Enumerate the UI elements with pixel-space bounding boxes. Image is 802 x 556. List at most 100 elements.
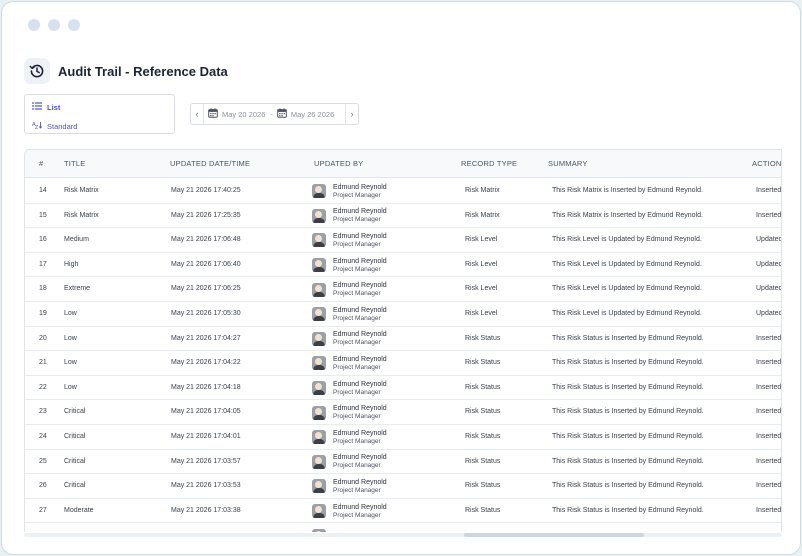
- scrollbar-thumb[interactable]: [464, 533, 644, 537]
- avatar: [312, 282, 326, 297]
- cell-record-type: Risk Matrix: [465, 211, 500, 219]
- cell-summary: This Risk Matrix is Inserted by Edmund R…: [552, 187, 703, 194]
- user-role: Project Manager: [333, 240, 381, 248]
- cell-updated-by: Edmund Reynold Project Manager: [312, 474, 387, 499]
- column-header-title[interactable]: TITLE: [64, 150, 85, 178]
- cell-action: Inserted: [756, 383, 782, 391]
- column-header-record-type[interactable]: RECORD TYPE: [461, 150, 517, 178]
- avatar: [312, 381, 326, 396]
- cell-action: Inserted: [756, 334, 782, 342]
- user-name: Edmund Reynold: [333, 257, 387, 265]
- cell-updated-date: May 21 2026 17:25:35: [171, 211, 241, 219]
- cell-updated-by: Edmund Reynold Project Manager: [312, 253, 387, 278]
- cell-summary: This Risk Level is Updated by Edmund Rey…: [552, 310, 702, 317]
- column-header-number[interactable]: #: [39, 150, 43, 178]
- window-dot-maximize[interactable]: [68, 19, 80, 31]
- avatar: [312, 430, 326, 445]
- user-role: Project Manager: [333, 339, 381, 347]
- user-name: Edmund Reynold: [333, 429, 387, 437]
- view-option-list[interactable]: List: [32, 102, 60, 112]
- cell-updated-by: Edmund Reynold Project Manager: [312, 351, 387, 376]
- table-header: # TITLE UPDATED DATE/TIME UPDATED BY REC…: [25, 150, 781, 178]
- cell-number: 18: [39, 285, 47, 293]
- table-row[interactable]: 27 Moderate May 21 2026 17:03:38 Risk Statu…: [25, 499, 781, 524]
- table-row[interactable]: 19 Low May 21 2026 17:05:30 Risk Level This …: [25, 302, 781, 327]
- cell-action: Inserted: [756, 506, 782, 514]
- cell-action: Inserted: [756, 187, 782, 194]
- table-row[interactable]: 20 Low May 21 2026 17:04:27 Risk Status This…: [25, 327, 781, 352]
- cell-title: Critical: [64, 408, 86, 416]
- table-row[interactable]: 14 Risk Matrix May 21 2026 17:40:25 Risk Ma…: [25, 179, 781, 204]
- cell-summary: This Risk Level is Updated by Edmund Rey…: [552, 285, 702, 293]
- table-row[interactable]: 17 High May 21 2026 17:06:40 Risk Level This…: [25, 253, 781, 278]
- table-row[interactable]: 18 Extreme May 21 2026 17:06:25 Risk Level T…: [25, 277, 781, 302]
- cell-title: Risk Matrix: [64, 211, 99, 219]
- cell-action: Updated: [756, 310, 782, 317]
- window-dot-minimize[interactable]: [48, 19, 60, 31]
- table-row[interactable]: 24 Critical May 21 2026 17:04:01 Risk Statu…: [25, 425, 781, 450]
- table-row[interactable]: Edmund Reynold: [25, 523, 781, 532]
- cell-updated-date: May 21 2026 17:03:57: [171, 457, 241, 465]
- view-switcher: List AZ Standard: [24, 94, 175, 134]
- table-row[interactable]: 23 Critical May 21 2026 17:04:05 Risk Statu…: [25, 400, 781, 425]
- table-row[interactable]: 25 Critical May 21 2026 17:03:57 Risk Statu…: [25, 450, 781, 475]
- cell-number: 16: [39, 236, 47, 244]
- date-start[interactable]: May 20 2026: [208, 108, 265, 120]
- column-header-summary[interactable]: SUMMARY: [548, 150, 588, 178]
- user-name: Edmund Reynold: [333, 380, 387, 388]
- user-name: Edmund Reynold: [333, 355, 387, 363]
- cell-record-type: Risk Status: [465, 433, 501, 440]
- app-window: Audit Trail - Reference Data List AZ Sta…: [1, 1, 801, 555]
- user-info: Edmund Reynold Project Manager: [333, 504, 387, 519]
- cell-number: 19: [39, 310, 47, 317]
- table-row[interactable]: 22 Low May 21 2026 17:04:18 Risk Status This…: [25, 376, 781, 401]
- user-info: Edmund Reynold Project Manager: [333, 233, 387, 248]
- table-row[interactable]: 16 Medium May 21 2026 17:06:48 Risk Level Th…: [25, 228, 781, 253]
- cell-record-type: Risk Status: [465, 482, 501, 490]
- user-role: Project Manager: [333, 265, 381, 273]
- user-name: Edmund Reynold: [333, 478, 387, 486]
- list-icon: [32, 102, 42, 112]
- horizontal-scrollbar[interactable]: [24, 533, 782, 537]
- column-header-action[interactable]: ACTION: [752, 150, 781, 178]
- cell-summary: This Risk Status is Inserted by Edmund R…: [552, 383, 704, 391]
- table-row[interactable]: 15 Risk Matrix May 21 2026 17:25:35 Risk Ma…: [25, 204, 781, 229]
- cell-updated-date: May 21 2026 17:04:22: [171, 359, 241, 367]
- user-name: Edmund Reynold: [333, 503, 387, 511]
- user-role: Project Manager: [333, 290, 381, 298]
- cell-action: Inserted: [756, 482, 782, 490]
- cell-record-type: Risk Status: [465, 457, 501, 465]
- user-info: Edmund Reynold Project Manager: [333, 282, 387, 297]
- cell-number: 22: [39, 383, 47, 391]
- cell-summary: This Risk Status is Inserted by Edmund R…: [552, 359, 704, 367]
- cell-action: Inserted: [756, 457, 782, 465]
- user-name: Edmund Reynold: [333, 331, 387, 339]
- cell-summary: This Risk Status is Inserted by Edmund R…: [552, 408, 704, 416]
- table-row[interactable]: 21 Low May 21 2026 17:04:22 Risk Status This…: [25, 351, 781, 376]
- column-header-updated-date[interactable]: UPDATED DATE/TIME: [170, 150, 250, 178]
- avatar: [312, 184, 326, 199]
- view-option-standard[interactable]: AZ Standard: [32, 121, 77, 132]
- user-info: Edmund Reynold Project Manager: [333, 479, 387, 494]
- chevron-right-icon[interactable]: ›: [345, 104, 358, 124]
- cell-number: 20: [39, 334, 47, 342]
- column-header-updated-by[interactable]: UPDATED BY: [314, 150, 363, 178]
- cell-updated-by: Edmund Reynold Project Manager: [312, 376, 387, 401]
- chevron-left-icon[interactable]: ‹: [191, 104, 204, 124]
- window-controls: [28, 19, 80, 31]
- cell-title: Low: [64, 334, 77, 342]
- cell-updated-date: May 21 2026 17:06:40: [171, 260, 241, 268]
- user-role: Project Manager: [333, 363, 381, 371]
- date-end-text: May 26 2026: [290, 109, 335, 119]
- date-end[interactable]: May 26 2026: [277, 108, 334, 120]
- user-role: Project Manager: [333, 191, 381, 199]
- window-dot-close[interactable]: [28, 19, 40, 31]
- cell-number: 27: [39, 506, 47, 514]
- cell-updated-date: May 21 2026 17:03:53: [171, 482, 241, 490]
- table-row[interactable]: 26 Critical May 21 2026 17:03:53 Risk Statu…: [25, 474, 781, 499]
- user-info: Edmund Reynold Project Manager: [333, 208, 387, 223]
- user-info: Edmund Reynold Project Manager: [333, 381, 387, 396]
- cell-record-type: Risk Level: [465, 260, 498, 268]
- date-start-text: May 20 2026: [222, 109, 266, 119]
- user-name: Edmund Reynold: [333, 405, 387, 413]
